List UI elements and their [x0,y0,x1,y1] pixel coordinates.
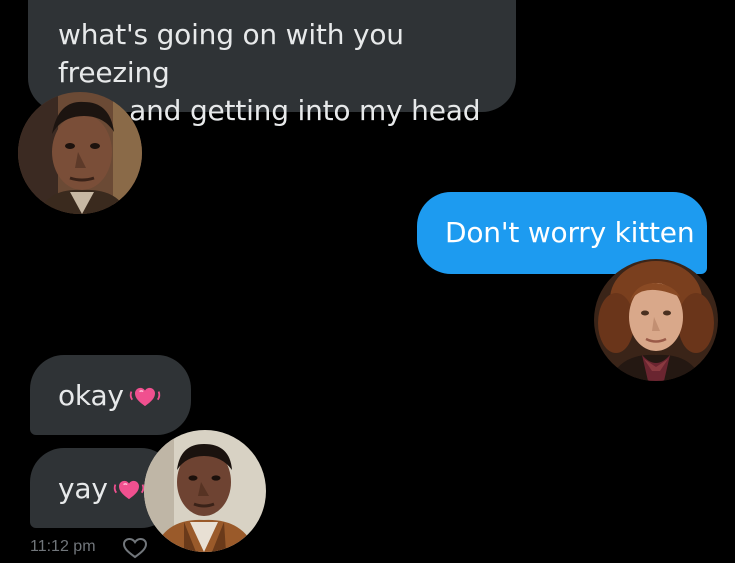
dark-haired-man-portrait-icon [18,92,142,214]
message-text: okay [58,379,124,412]
curly-haired-man-portrait-icon [594,259,718,381]
incoming-message-bubble[interactable]: okay [30,355,191,435]
sender-avatar[interactable] [144,430,266,552]
own-avatar[interactable] [594,259,718,381]
message-text: yay [58,472,108,505]
pink-heart-icon [129,379,161,407]
pink-heart-icon [113,472,144,500]
sender-avatar[interactable] [18,92,142,214]
message-text-line: what's going on with you freezing [58,18,404,89]
dark-haired-man-portrait-icon [144,430,266,552]
message-text: Don't worry kitten [445,216,695,249]
heart-react-icon[interactable] [122,537,148,559]
message-timestamp: 11:12 pm [30,538,96,555]
